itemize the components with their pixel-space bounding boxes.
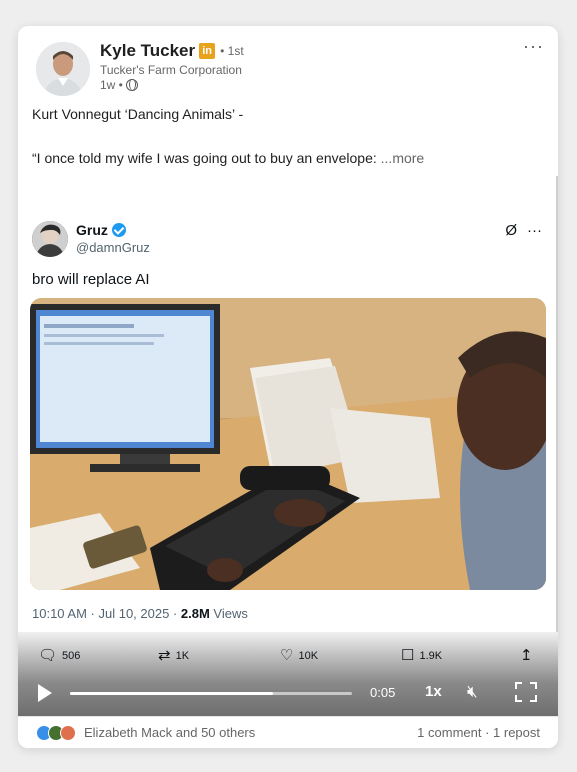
video-controls: 🗨︎ 506 ⇄ 1K ♡ 10K ☐ 1.9K ↥ 0:05 1x 🔇︎ (18, 632, 558, 716)
tweet-views-count: 2.8M (180, 606, 210, 621)
connection-degree: • 1st (220, 44, 244, 58)
like-count: 10K (298, 649, 319, 662)
linkedin-premium-icon: in (199, 43, 216, 59)
mute-icon[interactable]: 🔇︎ (467, 682, 478, 702)
repost-count: 1K (175, 649, 190, 662)
fullscreen-icon[interactable] (515, 682, 537, 702)
playback-row: 0:05 1x 🔇︎ (18, 680, 558, 706)
reactions-summary[interactable]: Elizabeth Mack and 50 others (84, 725, 255, 740)
author-info: Kyle Tucker in • 1st Tucker's Farm Corpo… (100, 40, 480, 92)
tweet-avatar[interactable] (32, 221, 68, 257)
tweet-handle[interactable]: @damnGruz (76, 240, 150, 255)
love-reaction-icon (60, 725, 76, 741)
bookmark-count: 1.9K (419, 649, 443, 662)
like-button[interactable]: ♡ 10K (280, 648, 318, 663)
tweet-actions-top: Ø ··· (505, 222, 542, 239)
playback-speed-button[interactable]: 1x (425, 683, 442, 700)
comments-reposts-count[interactable]: 1 comment · 1 repost (417, 725, 540, 740)
share-button[interactable]: ↥ (520, 648, 533, 663)
reply-icon: 🗨︎ (38, 647, 58, 664)
see-more-link[interactable]: ...more (381, 150, 425, 166)
grok-icon[interactable]: Ø (505, 222, 517, 239)
tweet-more-icon[interactable]: ··· (527, 222, 542, 239)
bookmark-icon: ☐ (401, 647, 415, 664)
author-name[interactable]: Kyle Tucker (100, 41, 195, 61)
tweet-meta: 10:10 AM · Jul 10, 2025 · 2.8M Views (32, 606, 248, 621)
reply-button[interactable]: 🗨︎ 506 (38, 648, 80, 663)
verified-icon (111, 223, 126, 237)
heart-icon: ♡ (280, 647, 294, 664)
video-progress-fill (70, 692, 274, 695)
reaction-icons[interactable] (36, 725, 76, 741)
post-social-footer: Elizabeth Mack and 50 others 1 comment ·… (18, 716, 558, 748)
video-time: 0:05 (370, 685, 396, 700)
play-icon[interactable] (38, 684, 52, 702)
post-header: Kyle Tucker in • 1st Tucker's Farm Corpo… (18, 26, 558, 96)
tweet-views-label: Views (209, 606, 248, 621)
repost-icon: ⇄ (158, 647, 171, 664)
author-avatar[interactable] (36, 42, 90, 96)
tweet-author-name: Gruz (76, 222, 108, 238)
post-time: 1w • (100, 78, 480, 92)
author-headline: Tucker's Farm Corporation (100, 63, 242, 77)
share-icon: ↥ (520, 647, 533, 664)
globe-icon (125, 79, 138, 91)
tweet-timestamp[interactable]: 10:10 AM · Jul 10, 2025 · (32, 606, 181, 621)
repost-button[interactable]: ⇄ 1K (158, 648, 189, 663)
post-time-label: 1w • (100, 78, 123, 92)
post-text-line-1: Kurt Vonnegut ‘Dancing Animals’ - (32, 106, 244, 122)
tweet-stats: 🗨︎ 506 ⇄ 1K ♡ 10K ☐ 1.9K ↥ (18, 648, 558, 668)
tweet-author[interactable]: Gruz (76, 222, 126, 238)
post-text-line-2: “I once told my wife I was going out to … (32, 150, 424, 166)
linkedin-post-card: Kyle Tucker in • 1st Tucker's Farm Corpo… (18, 26, 558, 748)
reply-count: 506 (62, 649, 81, 662)
bookmark-button[interactable]: ☐ 1.9K (401, 648, 442, 663)
video-progress-bar[interactable] (70, 692, 352, 695)
post-text-quote: “I once told my wife I was going out to … (32, 150, 377, 166)
tweet-text: bro will replace AI (32, 271, 150, 288)
video-player[interactable] (30, 298, 546, 590)
post-menu-button[interactable]: ··· (523, 36, 544, 57)
